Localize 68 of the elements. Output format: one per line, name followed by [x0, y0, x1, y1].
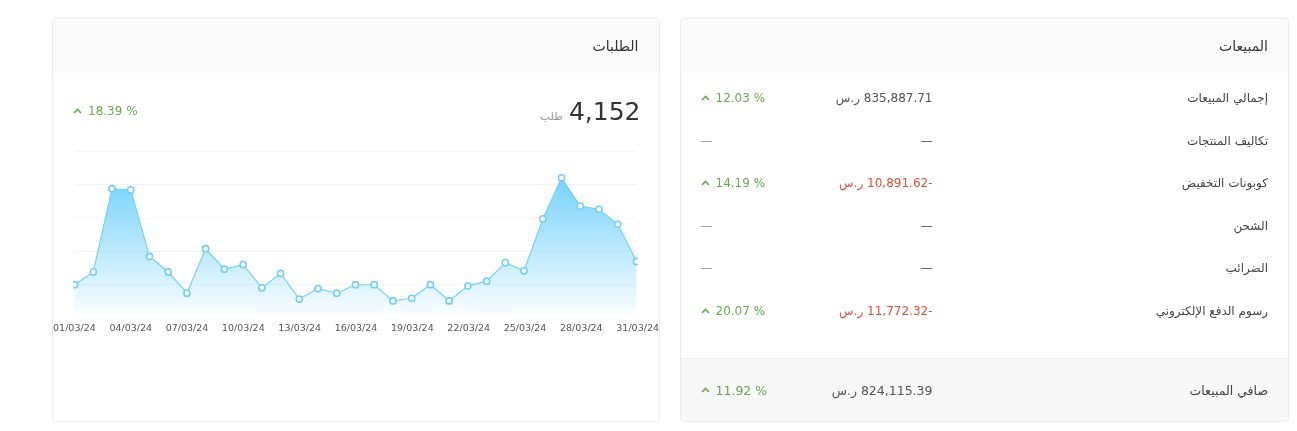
axis-label: 22/03/24 — [447, 322, 490, 333]
data-point — [164, 268, 173, 276]
card-title: المبيعات — [680, 19, 1288, 73]
row-label: الشحن — [1232, 218, 1268, 233]
axis-label: 19/03/24 — [391, 322, 434, 333]
data-point — [407, 294, 416, 303]
amount-value: -10,891.62 ر.س — [838, 176, 933, 191]
orders-total: 4,152 — [568, 96, 641, 126]
axis-label: 31/03/24 — [616, 322, 659, 333]
data-point — [126, 186, 135, 194]
amount-value: — — [919, 218, 933, 233]
data-point — [73, 280, 79, 289]
amount-value: — — [919, 133, 933, 148]
data-point — [351, 280, 360, 289]
data-point — [370, 280, 379, 289]
data-point — [632, 257, 638, 266]
change-percent: 20.07 % — [715, 303, 766, 318]
card-title: الطلبات — [53, 19, 659, 73]
data-point — [257, 283, 266, 292]
amount-value: 835,887.71 ر.س — [834, 91, 933, 106]
row-label: إجمالي المبيعات — [1186, 91, 1268, 106]
axis-label: 10/03/24 — [222, 322, 265, 333]
change-percent: 11.92 % — [715, 382, 768, 398]
data-point — [145, 252, 154, 261]
data-point — [201, 244, 210, 253]
data-point — [464, 282, 472, 290]
row-label: صافي المبيعات — [1188, 382, 1268, 398]
change-percent: 14.19 % — [715, 176, 766, 191]
axis-label: 07/03/24 — [165, 322, 209, 333]
data-point — [426, 280, 435, 289]
axis-label: 28/03/24 — [560, 322, 603, 333]
data-point — [613, 220, 622, 229]
amount-value: -11,772.32 ر.س — [838, 303, 933, 318]
unit-label: طلب — [539, 109, 563, 123]
data-point — [482, 277, 491, 286]
row-label: تكاليف المنتجات — [1186, 133, 1268, 148]
data-point — [557, 174, 566, 182]
change-percent: — — [700, 261, 713, 276]
change-percent: 18.39 % — [88, 104, 138, 118]
row-label: كوبونات التخفيض — [1180, 176, 1268, 191]
axis-label: 16/03/24 — [334, 322, 378, 333]
change-percent: 12.03 % — [715, 91, 766, 106]
data-point — [595, 205, 603, 214]
axis-label: 25/03/24 — [503, 322, 547, 333]
data-point — [389, 297, 397, 305]
data-point — [538, 215, 547, 223]
row-label: رسوم الدفع الإلكتروني — [1154, 303, 1268, 318]
data-point — [295, 295, 304, 303]
change-percent: — — [700, 218, 713, 233]
axis-label: 01/03/24 — [53, 322, 96, 333]
amount-value: 824,115.39 ر.س — [830, 382, 933, 398]
data-point — [276, 269, 285, 278]
axis-label: 04/03/24 — [109, 322, 153, 333]
data-point — [89, 268, 98, 276]
data-point — [183, 289, 191, 298]
data-point — [332, 289, 341, 298]
change-percent: — — [700, 133, 713, 148]
data-point — [314, 284, 322, 293]
data-point — [220, 265, 229, 274]
data-point — [520, 266, 528, 275]
axis-label: 13/03/24 — [278, 322, 322, 333]
row-label: الضرائب — [1224, 261, 1268, 276]
data-point — [576, 202, 585, 211]
data-point — [108, 184, 116, 193]
data-point — [445, 297, 454, 305]
data-point — [501, 258, 510, 267]
amount-value: — — [919, 261, 933, 276]
data-point — [239, 260, 247, 269]
